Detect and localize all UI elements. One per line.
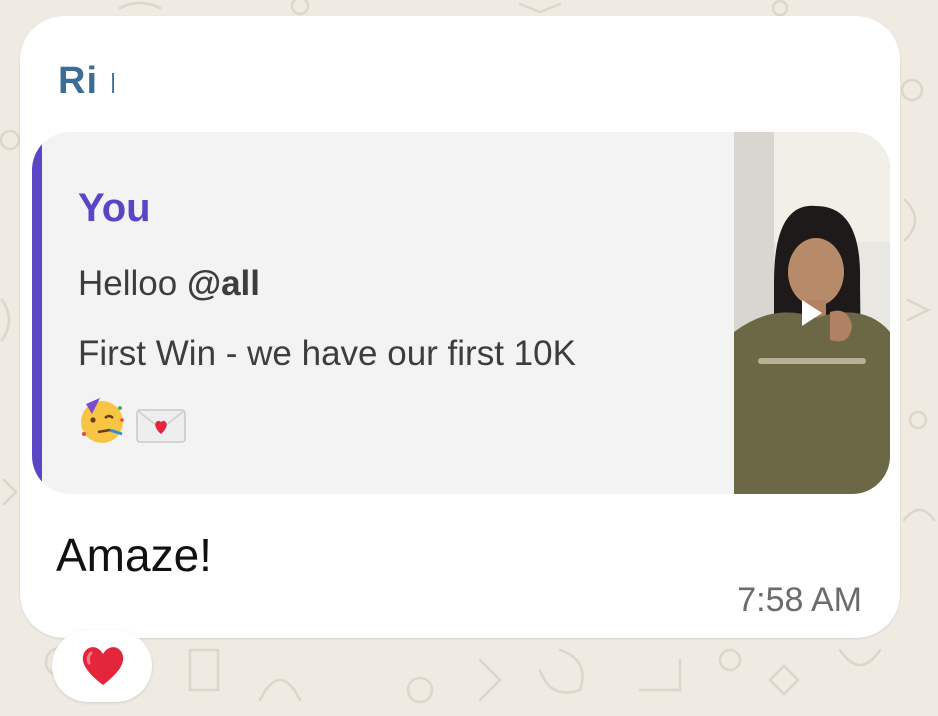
redaction-overlay bbox=[114, 50, 386, 116]
quote-accent-bar bbox=[32, 132, 42, 494]
quoted-text-line-1: Helloo @all bbox=[78, 264, 260, 304]
message-bubble[interactable]: Ri ney You Helloo @all First Win - we ha… bbox=[20, 16, 900, 638]
partying-face-icon bbox=[81, 398, 124, 443]
quoted-mention: @all bbox=[186, 264, 260, 303]
quoted-greeting: Helloo bbox=[78, 264, 187, 303]
quoted-message[interactable]: You Helloo @all First Win - we have our … bbox=[32, 132, 890, 494]
red-heart-icon bbox=[82, 647, 124, 685]
quoted-author: You bbox=[78, 186, 151, 230]
video-thumbnail[interactable] bbox=[734, 132, 890, 494]
reaction-badge[interactable] bbox=[52, 630, 152, 702]
message-text: Amaze! bbox=[56, 529, 212, 581]
play-icon[interactable] bbox=[798, 298, 824, 328]
message-timestamp: 7:58 AM bbox=[737, 581, 862, 619]
quoted-text-line-2: First Win - we have our first 10K bbox=[78, 334, 576, 373]
love-letter-icon bbox=[136, 409, 186, 443]
